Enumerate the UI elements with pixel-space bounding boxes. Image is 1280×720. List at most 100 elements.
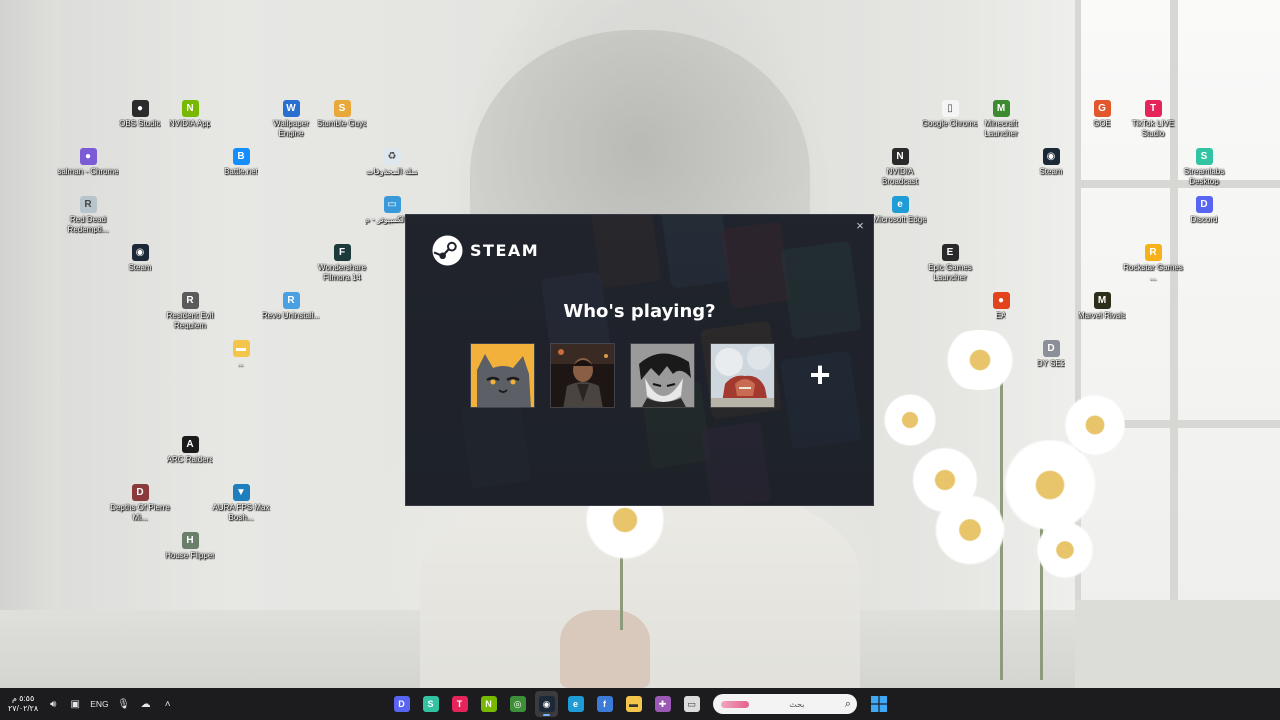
wallpaper-window-sill xyxy=(1075,600,1280,688)
daisy-flower xyxy=(1060,390,1130,460)
desktop-shortcut-label: NVIDIA App xyxy=(168,119,212,128)
taskbar-button-chrome[interactable]: ◎ xyxy=(506,691,529,717)
depths-icon: D xyxy=(131,484,149,501)
search-highlight-art xyxy=(721,700,749,708)
taskbar-button-streamlabs[interactable]: S xyxy=(419,691,442,717)
search-placeholder: بحث xyxy=(789,699,805,709)
desktop-shortcut[interactable]: B Battle.net xyxy=(210,148,272,177)
desktop-shortcut[interactable]: S Stumble Guys xyxy=(311,100,373,129)
titan-avatar-image xyxy=(711,344,774,407)
taskbar-button-file[interactable]: f xyxy=(593,691,616,717)
discord-icon: D xyxy=(1195,196,1213,213)
desktop-shortcut[interactable]: N NVIDIA App xyxy=(159,100,221,129)
taskbar-button-nvidia[interactable]: N xyxy=(477,691,500,717)
desktop-shortcut-label: ... xyxy=(237,359,245,368)
profile-avatar-person[interactable] xyxy=(550,343,615,408)
taskbar-button-steam[interactable]: ◉ xyxy=(535,691,558,717)
steam-profile-picker-dialog: × STEAM Who's playing? + xyxy=(405,214,874,506)
desktop-shortcut[interactable]: ● EA xyxy=(970,292,1032,321)
desktop-shortcut[interactable]: A ARC Raiders xyxy=(159,436,221,465)
desktop-shortcut[interactable]: R Resident Evil Requiem xyxy=(159,292,221,330)
close-button[interactable]: × xyxy=(852,218,868,234)
desktop-shortcut[interactable]: ▼ AURA FPS Max Bosh... xyxy=(210,484,272,522)
google-chrome-doc-icon: ▯ xyxy=(941,100,959,117)
profile-list: + xyxy=(470,343,836,408)
chevron-up-icon[interactable]: ˄ xyxy=(161,699,175,710)
desktop-shortcut[interactable]: N NVIDIA Broadcast xyxy=(869,148,931,186)
desktop-shortcut[interactable]: ♻ سلة المحذوفات xyxy=(361,148,423,177)
taskbar-app-list: D S T N ◎ ◉ e f ▬ ✚ ▭ بحث ⌕ xyxy=(390,688,890,720)
desktop-shortcut[interactable]: ▬... xyxy=(210,340,272,369)
cloud-sync-icon[interactable]: ☁︎ xyxy=(139,699,153,710)
house-flipper-icon: H xyxy=(181,532,199,549)
steam-icon: ◉ xyxy=(538,696,555,712)
wallpaper-wall xyxy=(0,0,60,688)
taskbar-button-tiktok-live[interactable]: T xyxy=(448,691,471,717)
person-avatar-image xyxy=(551,344,614,407)
desktop-shortcut[interactable]: R Rockstar Games ... xyxy=(1122,244,1184,282)
streamlabs-icon: S xyxy=(422,696,439,712)
language-indicator[interactable]: ENG xyxy=(90,699,108,709)
desktop-shortcut[interactable]: E Epic Games Launcher xyxy=(919,244,981,282)
desktop-shortcut-label: EA xyxy=(995,311,1007,320)
steam-logo: STEAM xyxy=(432,235,539,266)
desktop-shortcut[interactable]: e Microsoft Edge xyxy=(869,196,931,225)
desktop-shortcut-label: NVIDIA Broadcast xyxy=(881,167,919,186)
desktop-shortcut[interactable]: ● salman - Chrome xyxy=(57,148,119,177)
desktop-shortcut[interactable]: H House Flipper xyxy=(159,532,221,561)
minecraft-icon: M xyxy=(992,100,1010,117)
desktop-shortcut-label: Marvel Rivals xyxy=(1077,311,1126,320)
desktop-shortcut-label: AURA FPS Max Bosh... xyxy=(212,503,270,522)
desktop-shortcut[interactable]: T TikTok LIVE Studio xyxy=(1122,100,1184,138)
profile-avatar-cat[interactable] xyxy=(470,343,535,408)
steam-wordmark: STEAM xyxy=(470,241,540,260)
desktop-shortcut[interactable]: R Red Dead Redempti... xyxy=(57,196,119,234)
desktop-shortcut[interactable]: S Streamlabs Desktop xyxy=(1173,148,1235,186)
desktop-shortcut-label: Stumble Guys xyxy=(316,119,368,128)
system-tray: ٥:٥٥ م ٢٧/٠٢/٢٨ 🔊︎ ▣ ENG 🎙︎ ☁︎ ˄ xyxy=(8,688,175,720)
desktop-shortcut-label: salman - Chrome xyxy=(57,167,119,176)
desktop-shortcut[interactable]: R Revo Uninstall... xyxy=(260,292,322,321)
search-icon: ⌕ xyxy=(844,697,851,710)
daisy-flower xyxy=(880,390,940,450)
steam-icon: ◉ xyxy=(1042,148,1060,165)
taskbar-button-notepad[interactable]: ▭ xyxy=(680,691,703,717)
desktop-shortcut[interactable]: M Minecraft Launcher xyxy=(970,100,1032,138)
taskbar-button-file-explorer[interactable]: ▬ xyxy=(622,691,645,717)
taskbar-clock[interactable]: ٥:٥٥ م ٢٧/٠٢/٢٨ xyxy=(8,694,38,714)
desktop-shortcut[interactable]: ◉ Steam xyxy=(109,244,171,273)
profile-avatar-titan[interactable] xyxy=(710,343,775,408)
colorful-app-icon: ✚ xyxy=(654,696,671,712)
marvel-rivals-icon: M xyxy=(1093,292,1111,309)
network-icon[interactable]: ▣ xyxy=(68,699,82,710)
clock-time: ٥:٥٥ م xyxy=(11,694,35,703)
manga-avatar-image xyxy=(631,344,694,407)
desktop-shortcut-label: TikTok LIVE Studio xyxy=(1131,119,1175,138)
add-profile-button[interactable]: + xyxy=(804,356,836,392)
start-button[interactable] xyxy=(867,691,890,717)
taskbar-button-edge[interactable]: e xyxy=(564,691,587,717)
desktop-shortcut[interactable]: D Depths Of Pierre Mi... xyxy=(109,484,171,522)
nvidia-icon: N xyxy=(181,100,199,117)
wallpaper-engine-icon: W xyxy=(282,100,300,117)
desktop-shortcut-label: Wondershare Filmora 14 xyxy=(318,263,366,282)
desktop-shortcut[interactable]: ◉ Steam xyxy=(1020,148,1082,177)
desktop-shortcut[interactable]: D Discord xyxy=(1173,196,1235,225)
desktop-shortcut[interactable]: F Wondershare Filmora 14 xyxy=(311,244,373,282)
daisy-flower xyxy=(935,330,1025,390)
volume-icon[interactable]: 🔊︎ xyxy=(46,699,60,710)
clock-date: ٢٧/٠٢/٢٨ xyxy=(8,704,39,713)
profile-avatar-manga[interactable] xyxy=(630,343,695,408)
revo-uninstaller-icon: R xyxy=(282,292,300,309)
wallpaper-figure-hand xyxy=(560,610,650,688)
tiktok-live-icon: T xyxy=(451,696,468,712)
desktop-shortcut-label: ARC Raiders xyxy=(166,455,214,464)
desktop-shortcut[interactable]: M Marvel Rivals xyxy=(1071,292,1133,321)
epic-games-icon: E xyxy=(941,244,959,261)
taskbar-search-box[interactable]: بحث ⌕ xyxy=(713,694,857,714)
microphone-icon[interactable]: 🎙︎ xyxy=(117,699,131,710)
desktop-shortcut[interactable]: D DY SE2 xyxy=(1020,340,1082,369)
taskbar-button-discord[interactable]: D xyxy=(390,691,413,717)
taskbar-button-colorful-app[interactable]: ✚ xyxy=(651,691,674,717)
desktop-shortcut-label: Discord xyxy=(1190,215,1218,224)
